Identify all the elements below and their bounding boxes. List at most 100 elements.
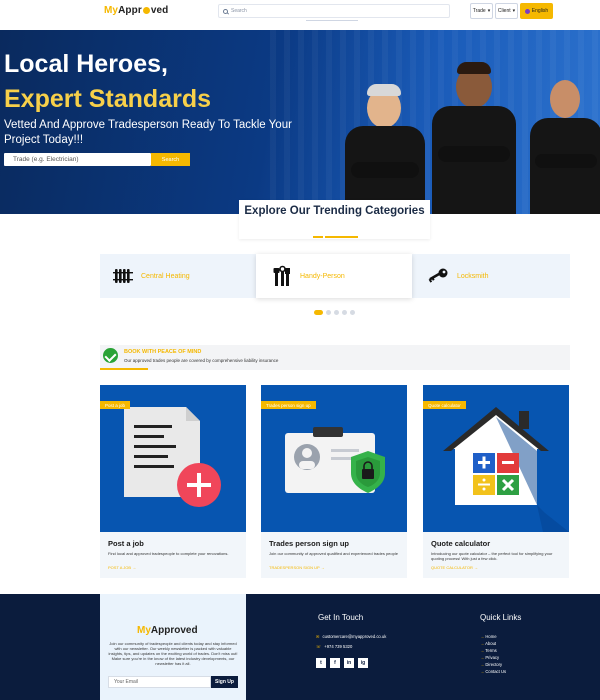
- worker-image-left: [345, 74, 425, 214]
- radiator-icon: [113, 269, 133, 283]
- card-description: Find local and approved tradespeople to …: [108, 551, 229, 556]
- trade-search-input[interactable]: Trade (e.g. Electrician): [4, 153, 151, 166]
- card-quote-calculator[interactable]: Quote calculator Quote calculator Introd…: [423, 385, 569, 578]
- trending-title: Explore Our Trending Categories: [244, 205, 425, 217]
- instagram-glyph: ig: [360, 660, 366, 666]
- newsletter-email-input[interactable]: Your Email: [108, 676, 211, 688]
- logo-appr: Appr: [118, 5, 142, 16]
- card-link[interactable]: TRADESPERSON SIGN UP →: [269, 565, 325, 570]
- footer-logo[interactable]: MyApproved: [137, 625, 198, 636]
- card-title: Trades person sign up: [269, 539, 350, 548]
- footer: [0, 594, 600, 700]
- linkedin-icon[interactable]: in: [344, 658, 354, 668]
- carousel-pagination: [314, 310, 355, 315]
- card-tag: Trades person sign up: [261, 401, 316, 409]
- linkedin-glyph: in: [346, 660, 352, 666]
- worker-image-center: [432, 54, 516, 214]
- hero-banner: Local Heroes, Expert Standards Vetted An…: [0, 30, 600, 214]
- mail-icon: ✉: [316, 634, 320, 639]
- hero-search-button[interactable]: Search: [151, 153, 190, 166]
- contact-phone[interactable]: ☏ +974 739 5320: [316, 644, 352, 649]
- quick-link-terms[interactable]: Terms: [480, 648, 496, 653]
- peace-of-mind-underline: [100, 368, 148, 370]
- phone-icon: ☏: [316, 644, 322, 649]
- search-input[interactable]: Search: [218, 4, 450, 18]
- carousel-dot[interactable]: [350, 310, 355, 315]
- peace-of-mind-title: BOOK WITH PEACE OF MIND: [124, 349, 202, 355]
- logo-o-dot: [142, 6, 150, 14]
- category-label: Central Heating: [141, 272, 190, 280]
- title-underline-long: [325, 236, 358, 238]
- trade-search-placeholder: Trade (e.g. Electrician): [13, 156, 79, 163]
- chevron-down-icon: ▾: [487, 8, 491, 14]
- footer-logo-approved: Approved: [150, 625, 198, 636]
- instagram-icon[interactable]: ig: [358, 658, 368, 668]
- trade-dropdown[interactable]: Trade ▾: [470, 3, 493, 19]
- top-header: MyAppr ved Search Trade ▾ Client ▾ English: [0, 0, 600, 30]
- category-handy-person[interactable]: Handy-Person: [256, 254, 412, 298]
- carousel-dot-active[interactable]: [314, 310, 323, 315]
- card-link[interactable]: POST A JOB →: [108, 565, 136, 570]
- card-tag: Post a job: [100, 401, 131, 409]
- chevron-down-icon: ▾: [512, 8, 516, 14]
- quick-links-title: Quick Links: [480, 613, 522, 622]
- email-placeholder: Your Email: [114, 679, 138, 685]
- card-tag: Quote calculator: [423, 401, 466, 409]
- card-description: Introducing our quote calculator – the p…: [431, 551, 553, 561]
- quick-link-about[interactable]: About: [480, 641, 496, 646]
- peace-of-mind-subtitle: Our approved trades people are covered b…: [124, 358, 279, 363]
- get-in-touch-title: Get In Touch: [318, 613, 364, 622]
- site-logo[interactable]: MyAppr ved: [104, 5, 168, 16]
- trade-label: Trade: [472, 8, 486, 14]
- title-underline-short: [313, 236, 323, 238]
- facebook-glyph: f: [334, 660, 336, 666]
- logo-my: My: [104, 5, 119, 16]
- hero-title-line2: Expert Standards: [4, 85, 212, 113]
- language-label: English: [531, 8, 549, 14]
- carousel-dot[interactable]: [342, 310, 347, 315]
- card-title: Quote calculator: [431, 539, 491, 548]
- card-link[interactable]: QUOTE CALCULATOR →: [431, 565, 478, 570]
- newsletter-signup-button[interactable]: Sign Up: [211, 676, 238, 688]
- contact-email[interactable]: ✉ customercare@myapproved.co.uk: [316, 634, 386, 639]
- twitter-glyph: t: [320, 660, 322, 666]
- quick-link-contact[interactable]: Contact Us: [480, 669, 506, 674]
- hero-subtitle: Vetted And Approve Tradesperson Ready To…: [4, 119, 292, 146]
- quick-link-directory[interactable]: Directory: [480, 662, 502, 667]
- signup-label: Sign Up: [215, 679, 234, 685]
- trending-title-box: Explore Our Trending Categories: [239, 200, 430, 239]
- contact-phone-text: +974 739 5320: [324, 644, 353, 649]
- search-underline: [306, 20, 358, 21]
- language-button[interactable]: English: [520, 3, 553, 19]
- card-tradesperson-signup[interactable]: Trades person sign up Trades person sign…: [261, 385, 407, 578]
- key-icon: [428, 268, 448, 283]
- contact-email-text: customercare@myapproved.co.uk: [322, 634, 387, 639]
- carousel-dot[interactable]: [326, 310, 331, 315]
- hero-title-line1: Local Heroes,: [4, 50, 168, 78]
- worker-image-right: [530, 64, 600, 214]
- page: MyAppr ved Search Trade ▾ Client ▾ English: [0, 0, 600, 700]
- check-circle-icon: [103, 348, 118, 363]
- footer-logo-my: My: [137, 625, 151, 636]
- tools-icon: [273, 265, 290, 286]
- search-icon: [223, 8, 228, 14]
- client-dropdown[interactable]: Client ▾: [495, 3, 518, 19]
- client-label: Client: [497, 8, 511, 14]
- hero-search-label: Search: [161, 156, 180, 163]
- quick-link-home[interactable]: Home: [480, 634, 496, 639]
- category-label: Locksmith: [457, 272, 489, 280]
- carousel-dot[interactable]: [334, 310, 339, 315]
- twitter-icon[interactable]: t: [316, 658, 326, 668]
- category-locksmith[interactable]: Locksmith: [427, 254, 557, 298]
- logo-ved: ved: [150, 5, 169, 16]
- card-description: Join our community of approved qualified…: [269, 551, 398, 556]
- card-title: Post a job: [108, 539, 144, 548]
- category-central-heating[interactable]: Central Heating: [113, 254, 243, 298]
- card-post-a-job[interactable]: Post a job Post a job Find local and app…: [100, 385, 246, 578]
- flag-icon: [524, 8, 530, 14]
- quick-link-privacy[interactable]: Privacy: [480, 655, 499, 660]
- search-placeholder: Search: [231, 8, 247, 14]
- category-label: Handy-Person: [300, 272, 345, 280]
- newsletter-description: Join our community of tradespeople and c…: [108, 641, 238, 666]
- facebook-icon[interactable]: f: [330, 658, 340, 668]
